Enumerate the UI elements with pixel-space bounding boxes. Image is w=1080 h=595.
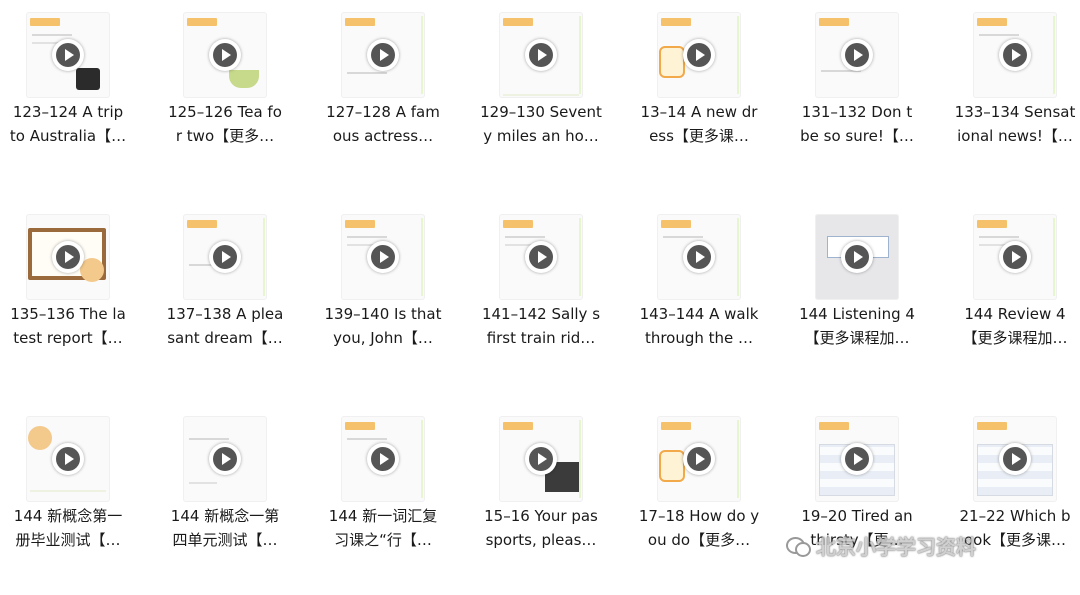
play-icon[interactable] (999, 443, 1031, 475)
video-title[interactable]: 143–144 A walk through the … (620, 302, 778, 350)
play-icon[interactable] (367, 241, 399, 273)
video-thumbnail[interactable] (183, 12, 267, 98)
video-tile[interactable]: 144 Listening 4 【更多课程加… (778, 202, 936, 382)
video-title[interactable]: 144 Review 4 【更多课程加… (936, 302, 1080, 350)
video-title[interactable]: 123–124 A trip to Australia【… (0, 100, 147, 148)
video-thumbnail[interactable] (657, 12, 741, 98)
video-title[interactable]: 133–134 Sensat ional news!【… (936, 100, 1080, 148)
video-thumbnail[interactable] (26, 416, 110, 502)
video-tile[interactable]: 135–136 The la test report【… (0, 202, 147, 382)
video-tile[interactable]: 15–16 Your pas sports, pleas… (462, 404, 620, 584)
play-icon[interactable] (683, 241, 715, 273)
video-title[interactable]: 135–136 The la test report【… (0, 302, 147, 350)
watermark-text: 北京小学学习资料 (816, 534, 976, 559)
video-title[interactable]: 141–142 Sally s first train rid… (462, 302, 620, 350)
play-icon[interactable] (683, 443, 715, 475)
video-thumbnail[interactable] (341, 416, 425, 502)
play-icon[interactable] (683, 39, 715, 71)
video-tile[interactable]: 131–132 Don t be so sure!【… (778, 0, 936, 180)
video-thumbnail[interactable] (341, 12, 425, 98)
video-thumbnail[interactable] (183, 214, 267, 300)
video-tile[interactable]: 144 新一词汇复 习课之“行【… (304, 404, 462, 584)
video-tile[interactable]: 143–144 A walk through the … (620, 202, 778, 382)
video-title[interactable]: 144 新概念第一 册毕业测试【… (0, 504, 147, 552)
video-thumbnail[interactable] (183, 416, 267, 502)
play-icon[interactable] (525, 443, 557, 475)
video-title[interactable]: 125–126 Tea fo r two【更多… (146, 100, 304, 148)
video-title[interactable]: 17–18 How do y ou do【更多… (620, 504, 778, 552)
video-thumbnail[interactable] (499, 214, 583, 300)
play-icon[interactable] (525, 241, 557, 273)
video-tile[interactable]: 123–124 A trip to Australia【… (0, 0, 147, 180)
video-thumbnail[interactable] (26, 214, 110, 300)
video-tile[interactable]: 144 新概念第一 册毕业测试【… (0, 404, 147, 584)
play-icon[interactable] (841, 241, 873, 273)
play-icon[interactable] (525, 39, 557, 71)
video-title[interactable]: 144 新概念一第 四单元测试【… (146, 504, 304, 552)
video-thumbnail[interactable] (973, 416, 1057, 502)
video-thumbnail[interactable] (657, 416, 741, 502)
play-icon[interactable] (209, 39, 241, 71)
video-tile[interactable]: 141–142 Sally s first train rid… (462, 202, 620, 382)
video-thumbnail[interactable] (341, 214, 425, 300)
video-title[interactable]: 144 新一词汇复 习课之“行【… (304, 504, 462, 552)
play-icon[interactable] (52, 39, 84, 71)
video-tile[interactable]: 17–18 How do y ou do【更多… (620, 404, 778, 584)
play-icon[interactable] (52, 443, 84, 475)
play-icon[interactable] (52, 241, 84, 273)
video-thumbnail[interactable] (657, 214, 741, 300)
video-title[interactable]: 129–130 Sevent y miles an ho… (462, 100, 620, 148)
video-tile[interactable]: 13–14 A new dr ess【更多课… (620, 0, 778, 180)
video-title[interactable]: 144 Listening 4 【更多课程加… (778, 302, 936, 350)
video-grid: 123–124 A trip to Australia【… 125–126 Tea… (0, 0, 1080, 595)
video-thumbnail[interactable] (815, 416, 899, 502)
play-icon[interactable] (841, 443, 873, 475)
play-icon[interactable] (841, 39, 873, 71)
video-tile[interactable]: 125–126 Tea fo r two【更多… (146, 0, 304, 180)
play-icon[interactable] (209, 241, 241, 273)
video-thumbnail[interactable] (815, 12, 899, 98)
video-thumbnail[interactable] (973, 214, 1057, 300)
play-icon[interactable] (999, 241, 1031, 273)
video-tile[interactable]: 144 Review 4 【更多课程加… (936, 202, 1080, 382)
video-tile[interactable]: 137–138 A plea sant dream【… (146, 202, 304, 382)
wechat-icon (786, 535, 811, 557)
video-thumbnail[interactable] (815, 214, 899, 300)
video-title[interactable]: 15–16 Your pas sports, pleas… (462, 504, 620, 552)
video-tile[interactable]: 127–128 A fam ous actress… (304, 0, 462, 180)
video-tile[interactable]: 144 新概念一第 四单元测试【… (146, 404, 304, 584)
video-thumbnail[interactable] (26, 12, 110, 98)
video-title[interactable]: 127–128 A fam ous actress… (304, 100, 462, 148)
play-icon[interactable] (999, 39, 1031, 71)
video-thumbnail[interactable] (973, 12, 1057, 98)
video-title[interactable]: 131–132 Don t be so sure!【… (778, 100, 936, 148)
video-title[interactable]: 139–140 Is that you, John【… (304, 302, 462, 350)
video-tile[interactable]: 139–140 Is that you, John【… (304, 202, 462, 382)
watermark: 北京小学学习资料 (786, 530, 976, 560)
play-icon[interactable] (209, 443, 241, 475)
play-icon[interactable] (367, 443, 399, 475)
play-icon[interactable] (367, 39, 399, 71)
video-tile[interactable]: 133–134 Sensat ional news!【… (936, 0, 1080, 180)
video-thumbnail[interactable] (499, 416, 583, 502)
video-title[interactable]: 13–14 A new dr ess【更多课… (620, 100, 778, 148)
video-title[interactable]: 137–138 A plea sant dream【… (146, 302, 304, 350)
video-tile[interactable]: 129–130 Sevent y miles an ho… (462, 0, 620, 180)
video-thumbnail[interactable] (499, 12, 583, 98)
